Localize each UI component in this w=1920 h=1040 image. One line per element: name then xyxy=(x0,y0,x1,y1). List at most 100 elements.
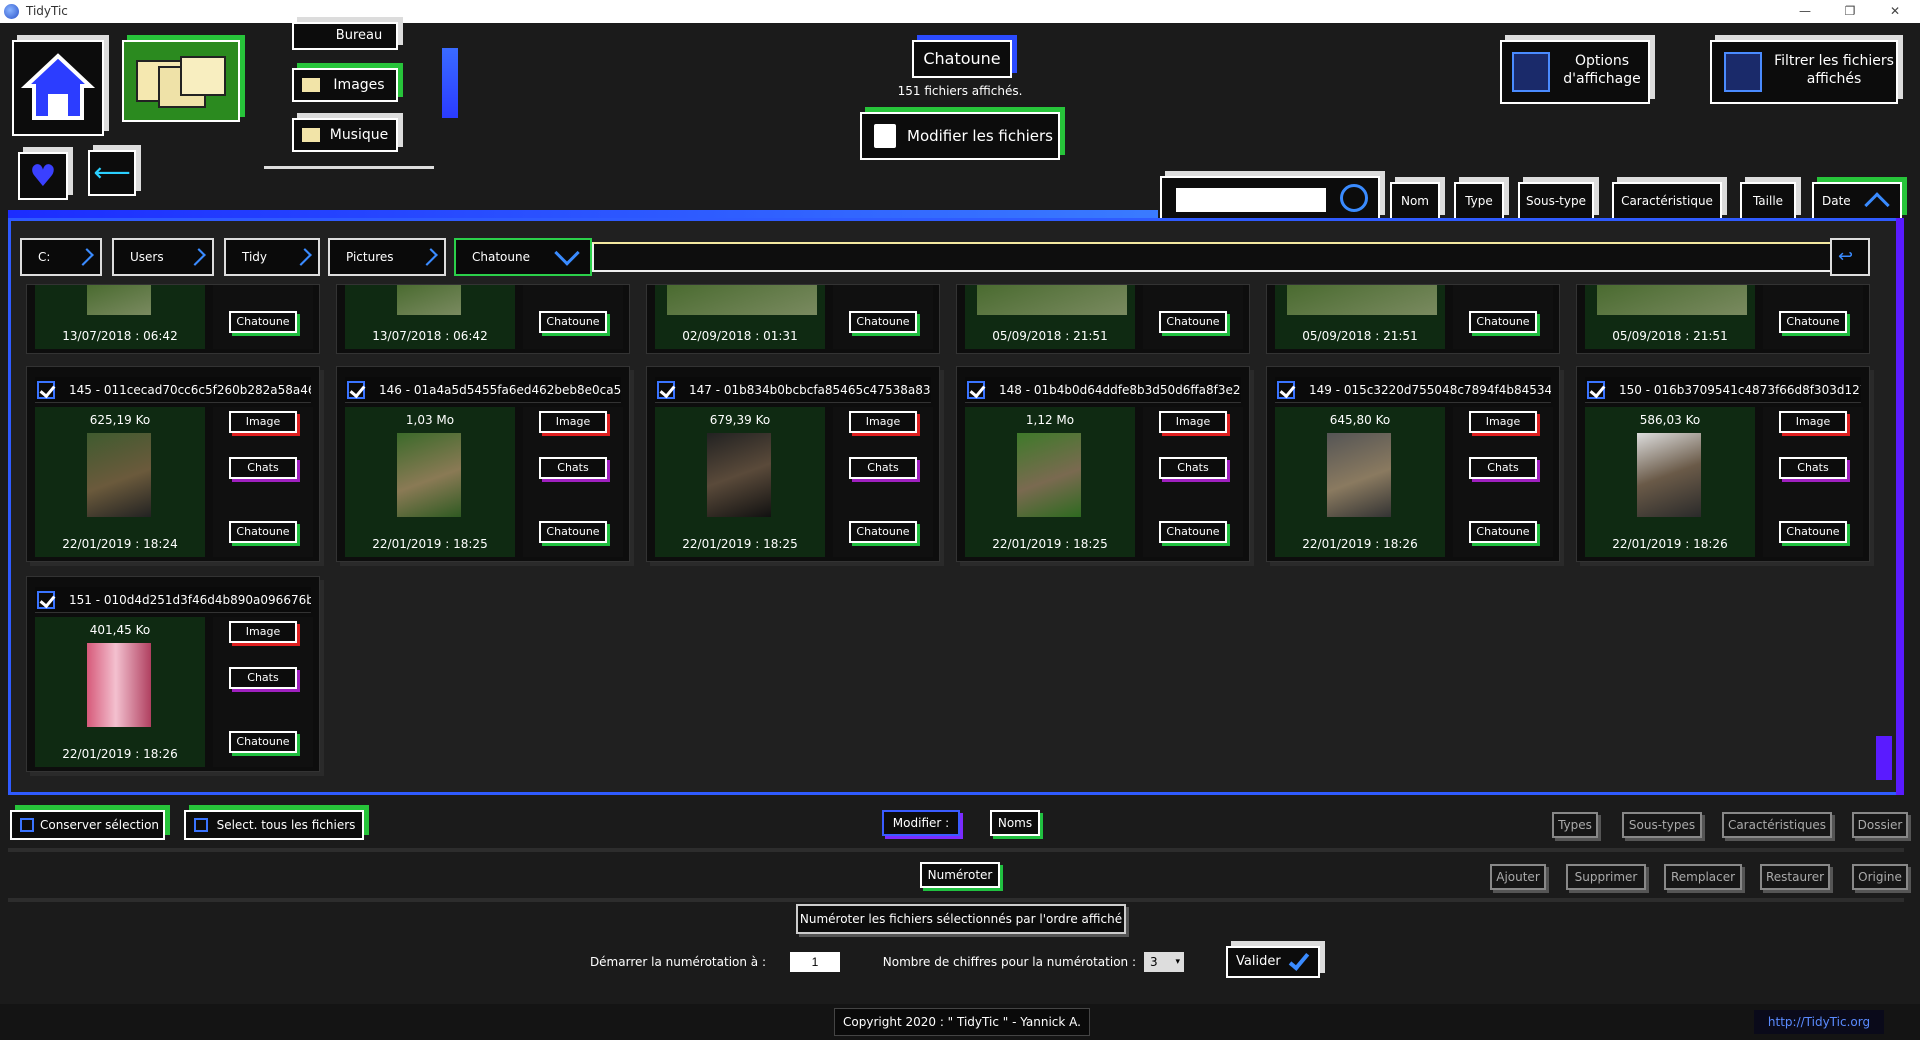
origin-button[interactable]: Origine xyxy=(1852,864,1908,890)
minimize-button[interactable]: — xyxy=(1785,2,1825,20)
file-checkbox[interactable] xyxy=(1277,381,1295,399)
tag-subtype[interactable]: Chats xyxy=(539,457,607,479)
file-card[interactable]: 147 - 01b834b0bcbcfa85465c47538a833 679,… xyxy=(646,366,940,562)
tag-type[interactable]: Image xyxy=(229,411,297,433)
file-card-partial[interactable]: 05/09/2018 : 21:51 Chatoune xyxy=(1576,284,1870,354)
shortcut-images[interactable]: Images xyxy=(292,68,398,102)
tag-characteristic[interactable]: Chatoune xyxy=(539,311,607,333)
file-card[interactable]: 150 - 016b3709541c4873f66d8f303d127 586,… xyxy=(1576,366,1870,562)
breadcrumb-path-bar[interactable] xyxy=(592,242,1847,272)
undo-button[interactable]: ↩ xyxy=(1830,238,1870,276)
types-button[interactable]: Types xyxy=(1552,812,1598,838)
keep-selection-checkbox[interactable]: Conserver sélection xyxy=(10,810,165,840)
file-checkbox[interactable] xyxy=(37,381,55,399)
file-list-scrollbar[interactable] xyxy=(1876,736,1892,780)
file-checkbox[interactable] xyxy=(1587,381,1605,399)
delete-button[interactable]: Supprimer xyxy=(1566,864,1646,890)
names-button[interactable]: Noms xyxy=(990,810,1040,836)
add-button[interactable]: Ajouter xyxy=(1490,864,1546,890)
file-card[interactable]: 151 - 010d4d251d3f46d4b890a096676b9 401,… xyxy=(26,576,320,772)
number-button[interactable]: Numéroter xyxy=(920,862,1000,888)
file-card-partial[interactable]: 02/09/2018 : 01:31 Chatoune xyxy=(646,284,940,354)
file-card-partial[interactable]: 13/07/2018 : 06:42 Chatoune xyxy=(336,284,630,354)
breadcrumb-c[interactable]: C: xyxy=(20,238,102,276)
digits-select[interactable]: 3 ▾ xyxy=(1144,952,1184,972)
file-thumbnail[interactable] xyxy=(397,433,461,517)
tag-characteristic[interactable]: Chatoune xyxy=(229,521,297,543)
file-card-partial[interactable]: 05/09/2018 : 21:51 Chatoune xyxy=(1266,284,1560,354)
tag-subtype[interactable]: Chats xyxy=(1779,457,1847,479)
replace-button[interactable]: Remplacer xyxy=(1664,864,1742,890)
file-thumbnail[interactable] xyxy=(1637,433,1701,517)
sort-by-characteristic[interactable]: Caractéristique xyxy=(1612,182,1722,220)
file-card[interactable]: 145 - 011cecad70cc6c5f260b282a58a46b 625… xyxy=(26,366,320,562)
folders-button[interactable] xyxy=(122,40,240,122)
close-button[interactable]: ✕ xyxy=(1875,2,1915,20)
modify-files-button[interactable]: Modifier les fichiers xyxy=(860,112,1060,160)
subtypes-button[interactable]: Sous-types xyxy=(1622,812,1702,838)
breadcrumb-chatoune[interactable]: Chatoune xyxy=(454,238,592,276)
file-thumbnail[interactable] xyxy=(1327,433,1391,517)
file-card[interactable]: 149 - 015c3220d755048c7894f4b84534 645,8… xyxy=(1266,366,1560,562)
tag-type[interactable]: Image xyxy=(1159,411,1227,433)
file-checkbox[interactable] xyxy=(37,591,55,609)
sort-by-name[interactable]: Nom xyxy=(1390,182,1440,220)
tag-subtype[interactable]: Chats xyxy=(229,457,297,479)
website-link[interactable]: http://TidyTic.org xyxy=(1754,1010,1884,1034)
file-thumbnail[interactable] xyxy=(87,433,151,517)
shortcut-bureau[interactable]: Bureau xyxy=(292,22,398,50)
file-thumbnail[interactable] xyxy=(707,433,771,517)
sort-by-subtype[interactable]: Sous-type xyxy=(1518,182,1594,220)
tag-type[interactable]: Image xyxy=(539,411,607,433)
tag-characteristic[interactable]: Chatoune xyxy=(849,521,917,543)
search-input[interactable] xyxy=(1176,188,1326,212)
validate-button[interactable]: Valider xyxy=(1226,946,1320,978)
home-button[interactable] xyxy=(12,40,104,136)
file-card[interactable]: 148 - 01b4b0d64ddfe8b3d50d6ffa8f3e2 1,12… xyxy=(956,366,1250,562)
shortcut-musique[interactable]: Musique xyxy=(292,118,398,152)
search-icon[interactable] xyxy=(1340,184,1368,212)
folder-button[interactable]: Dossier xyxy=(1852,812,1908,838)
tag-type[interactable]: Image xyxy=(229,621,297,643)
file-checkbox[interactable] xyxy=(347,381,365,399)
filter-files-button[interactable]: Filtrer les fichiers affichés xyxy=(1710,40,1898,104)
tag-subtype[interactable]: Chats xyxy=(849,457,917,479)
tag-subtype[interactable]: Chats xyxy=(1159,457,1227,479)
tag-characteristic[interactable]: Chatoune xyxy=(1469,311,1537,333)
tag-type[interactable]: Image xyxy=(1779,411,1847,433)
sort-by-size[interactable]: Taille xyxy=(1740,182,1796,220)
tag-characteristic[interactable]: Chatoune xyxy=(1779,521,1847,543)
file-card-partial[interactable]: 05/09/2018 : 21:51 Chatoune xyxy=(956,284,1250,354)
breadcrumb-pictures[interactable]: Pictures xyxy=(328,238,446,276)
tag-subtype[interactable]: Chats xyxy=(229,667,297,689)
tag-type[interactable]: Image xyxy=(849,411,917,433)
shortcuts-scrollbar[interactable] xyxy=(442,48,458,118)
select-all-checkbox[interactable]: Select. tous les fichiers xyxy=(184,810,364,840)
tag-type[interactable]: Image xyxy=(1469,411,1537,433)
tag-characteristic[interactable]: Chatoune xyxy=(539,521,607,543)
display-options-button[interactable]: Options d'affichage xyxy=(1500,40,1650,104)
breadcrumb-tidy[interactable]: Tidy xyxy=(224,238,320,276)
restore-button[interactable]: ❐ xyxy=(1830,2,1870,20)
breadcrumb-users[interactable]: Users xyxy=(112,238,214,276)
file-thumbnail[interactable] xyxy=(1017,433,1081,517)
tag-characteristic[interactable]: Chatoune xyxy=(1779,311,1847,333)
file-checkbox[interactable] xyxy=(967,381,985,399)
sort-by-type[interactable]: Type xyxy=(1454,182,1504,220)
start-number-input[interactable] xyxy=(790,952,840,972)
file-card[interactable]: 146 - 01a4a5d5455fa6ed462beb8e0ca58 1,03… xyxy=(336,366,630,562)
sort-by-date[interactable]: Date xyxy=(1812,182,1902,220)
tag-characteristic[interactable]: Chatoune xyxy=(1159,311,1227,333)
tag-characteristic[interactable]: Chatoune xyxy=(849,311,917,333)
restore-button-action[interactable]: Restaurer xyxy=(1760,864,1830,890)
tag-subtype[interactable]: Chats xyxy=(1469,457,1537,479)
tag-characteristic[interactable]: Chatoune xyxy=(229,731,297,753)
tag-characteristic[interactable]: Chatoune xyxy=(1469,521,1537,543)
file-card-partial[interactable]: 13/07/2018 : 06:42 Chatoune xyxy=(26,284,320,354)
file-thumbnail[interactable] xyxy=(87,643,151,727)
file-checkbox[interactable] xyxy=(657,381,675,399)
modify-label-button[interactable]: Modifier : xyxy=(882,810,960,836)
back-button[interactable]: ⟵ xyxy=(88,150,136,196)
tag-characteristic[interactable]: Chatoune xyxy=(1159,521,1227,543)
favorites-button[interactable]: ♥ xyxy=(18,152,68,200)
